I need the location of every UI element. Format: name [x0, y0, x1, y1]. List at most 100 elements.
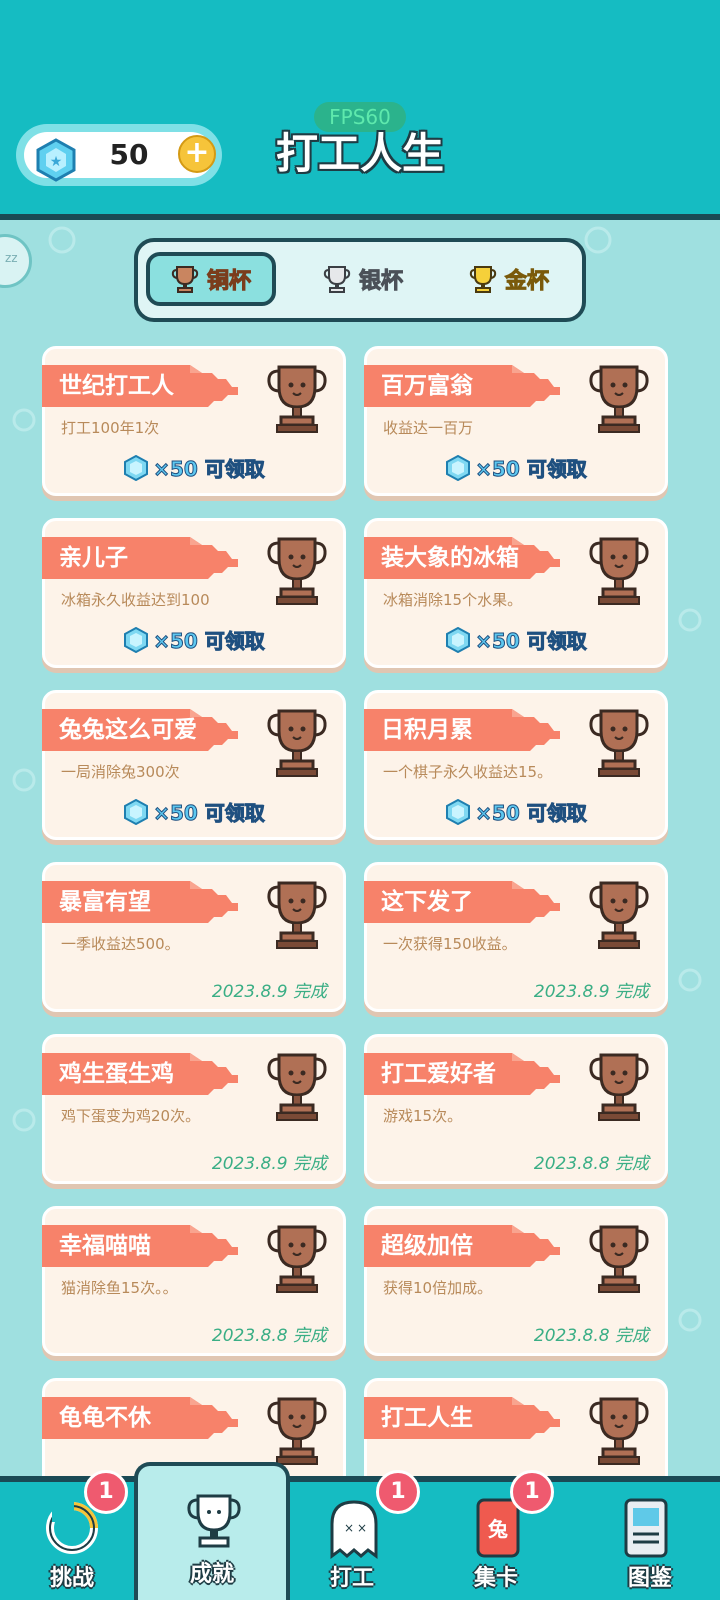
achievement-desc: 一次获得150收益。	[383, 935, 517, 953]
reward-label: ×50 可领取	[475, 457, 588, 482]
achievement-title: 鸡生蛋生鸡	[59, 1061, 174, 1087]
gem-balance[interactable]: ★ 50 +	[16, 124, 222, 186]
nav-collection-label: 图鉴	[627, 1566, 672, 1591]
achievement-desc: 冰箱永久收益达到100	[61, 591, 210, 609]
reward-label: ×50 可领取	[153, 629, 266, 654]
achievement-card[interactable]: 世纪打工人 打工100年1次 ×50 可领取	[42, 346, 346, 496]
ghost-icon: × ×	[330, 1500, 378, 1559]
claim-reward-button[interactable]: ×50 可领取	[367, 625, 665, 654]
gem-icon	[446, 454, 471, 481]
header-bar: ★ 50 + FPS60 打工人生	[0, 0, 720, 220]
achievement-card[interactable]: 兔兔这么可爱 一局消除兔300次 ×50 可领取	[42, 690, 346, 840]
reward-label: ×50 可领取	[153, 457, 266, 482]
claim-reward-button[interactable]: ×50 可领取	[45, 453, 343, 482]
achievement-title: 这下发了	[381, 889, 473, 915]
achievement-title: 超级加倍	[381, 1233, 473, 1259]
bronze-trophy-icon	[267, 365, 327, 433]
achievement-title: 装大象的冰箱	[381, 545, 519, 571]
achievement-desc: 一局消除兔300次	[61, 763, 180, 781]
gem-icon	[124, 626, 149, 653]
completion-date: 2023.8.9 完成	[533, 982, 649, 1002]
reward-label: ×50 可领取	[153, 801, 266, 826]
book-icon	[624, 1498, 668, 1558]
completion-date: 2023.8.8 完成	[533, 1154, 649, 1174]
svg-text:×: ×	[357, 1521, 367, 1535]
gem-icon: ★	[36, 138, 76, 182]
achievement-desc: 一个棋子永久收益达15。	[383, 763, 553, 781]
achievement-title: 暴富有望	[59, 889, 151, 915]
nav-cards-badge: 1	[510, 1470, 554, 1514]
achievement-desc: 冰箱消除15个水果。	[383, 591, 523, 609]
achievement-title: 打工爱好者	[381, 1061, 496, 1087]
bronze-trophy-icon	[589, 1053, 649, 1121]
nav-work-badge: 1	[376, 1470, 420, 1514]
bronze-trophy-icon	[589, 537, 649, 605]
completion-date: 2023.8.8 完成	[211, 1326, 327, 1346]
nav-achievement[interactable]: 成就	[134, 1462, 290, 1600]
achievement-desc: 鸡下蛋变为鸡20次。	[61, 1107, 201, 1125]
add-gems-button[interactable]: +	[178, 135, 216, 173]
achievement-card: 鸡生蛋生鸡 鸡下蛋变为鸡20次。 2023.8.9 完成	[42, 1034, 346, 1184]
trophy-icon	[187, 1494, 241, 1548]
bottom-nav: 挑战 1 成就 × × 打工 1 兔 集卡 1 图鉴	[0, 1462, 720, 1600]
achievement-card: 幸福喵喵 猫消除鱼15次。。 2023.8.8 完成	[42, 1206, 346, 1356]
nav-achievement-label: 成就	[189, 1562, 234, 1587]
svg-text:兔: 兔	[487, 1517, 508, 1541]
nav-challenge[interactable]: 挑战 1	[0, 1470, 144, 1600]
achievement-card[interactable]: 日积月累 一个棋子永久收益达15。 ×50 可领取	[364, 690, 668, 840]
gem-count: 50	[109, 138, 149, 171]
bronze-trophy-icon	[589, 1397, 649, 1465]
nav-work-label: 打工	[329, 1566, 374, 1591]
achievement-desc: 猫消除鱼15次。。	[61, 1279, 178, 1297]
bronze-trophy-icon	[267, 881, 327, 949]
achievement-title: 幸福喵喵	[59, 1233, 151, 1259]
completion-date: 2023.8.9 完成	[211, 982, 327, 1002]
claim-reward-button[interactable]: ×50 可领取	[367, 797, 665, 826]
bronze-trophy-icon	[267, 1397, 327, 1465]
achievement-card[interactable]: 装大象的冰箱 冰箱消除15个水果。 ×50 可领取	[364, 518, 668, 668]
bronze-trophy-icon	[589, 1225, 649, 1293]
tab-silver[interactable]: 银杯	[298, 252, 428, 306]
nav-cards-label: 集卡	[473, 1566, 518, 1591]
tab-gold[interactable]: 金杯	[444, 252, 574, 306]
svg-text:★: ★	[50, 154, 63, 170]
gem-icon	[124, 454, 149, 481]
tab-silver-label: 银杯	[358, 269, 403, 295]
tab-gold-label: 金杯	[504, 269, 549, 295]
achievement-card[interactable]: 亲儿子 冰箱永久收益达到100 ×50 可领取	[42, 518, 346, 668]
tab-bronze-label: 铜杯	[206, 269, 251, 295]
nav-challenge-label: 挑战	[49, 1566, 94, 1591]
achievement-title: 打工人生	[381, 1405, 473, 1431]
achievement-card: 这下发了 一次获得150收益。 2023.8.9 完成	[364, 862, 668, 1012]
trophy-tab-bar: 铜杯 银杯 金杯	[134, 238, 586, 322]
nav-cards[interactable]: 兔 集卡 1	[432, 1470, 576, 1600]
claim-reward-button[interactable]: ×50 可领取	[45, 797, 343, 826]
achievement-desc: 收益达一百万	[383, 419, 474, 437]
achievement-desc: 一季收益达500。	[61, 935, 180, 953]
achievement-desc: 打工100年1次	[61, 419, 160, 437]
completion-date: 2023.8.9 完成	[211, 1154, 327, 1174]
achievement-title: 日积月累	[381, 717, 473, 743]
achievement-title: 世纪打工人	[59, 373, 174, 399]
achievement-card[interactable]: 百万富翁 收益达一百万 ×50 可领取	[364, 346, 668, 496]
gem-icon	[446, 798, 471, 825]
gold-cup-icon	[469, 266, 497, 293]
nav-collection[interactable]: 图鉴	[576, 1482, 720, 1600]
completion-date: 2023.8.8 完成	[533, 1326, 649, 1346]
achievement-title: 兔兔这么可爱	[59, 717, 197, 743]
achievement-title: 亲儿子	[59, 545, 128, 571]
page-title: 打工人生	[275, 129, 444, 178]
achievement-title: 龟龟不休	[59, 1405, 151, 1431]
gem-icon	[124, 798, 149, 825]
nav-work[interactable]: × × 打工 1	[290, 1470, 434, 1600]
achievement-card: 暴富有望 一季收益达500。 2023.8.9 完成	[42, 862, 346, 1012]
claim-reward-button[interactable]: ×50 可领取	[45, 625, 343, 654]
bronze-trophy-icon	[589, 709, 649, 777]
reward-label: ×50 可领取	[475, 801, 588, 826]
svg-text:×: ×	[344, 1521, 354, 1535]
tab-bronze[interactable]: 铜杯	[146, 252, 276, 306]
bronze-trophy-icon	[267, 537, 327, 605]
achievement-card: 打工爱好者 游戏15次。 2023.8.8 完成	[364, 1034, 668, 1184]
claim-reward-button[interactable]: ×50 可领取	[367, 453, 665, 482]
achievement-desc: 游戏15次。	[383, 1107, 463, 1125]
